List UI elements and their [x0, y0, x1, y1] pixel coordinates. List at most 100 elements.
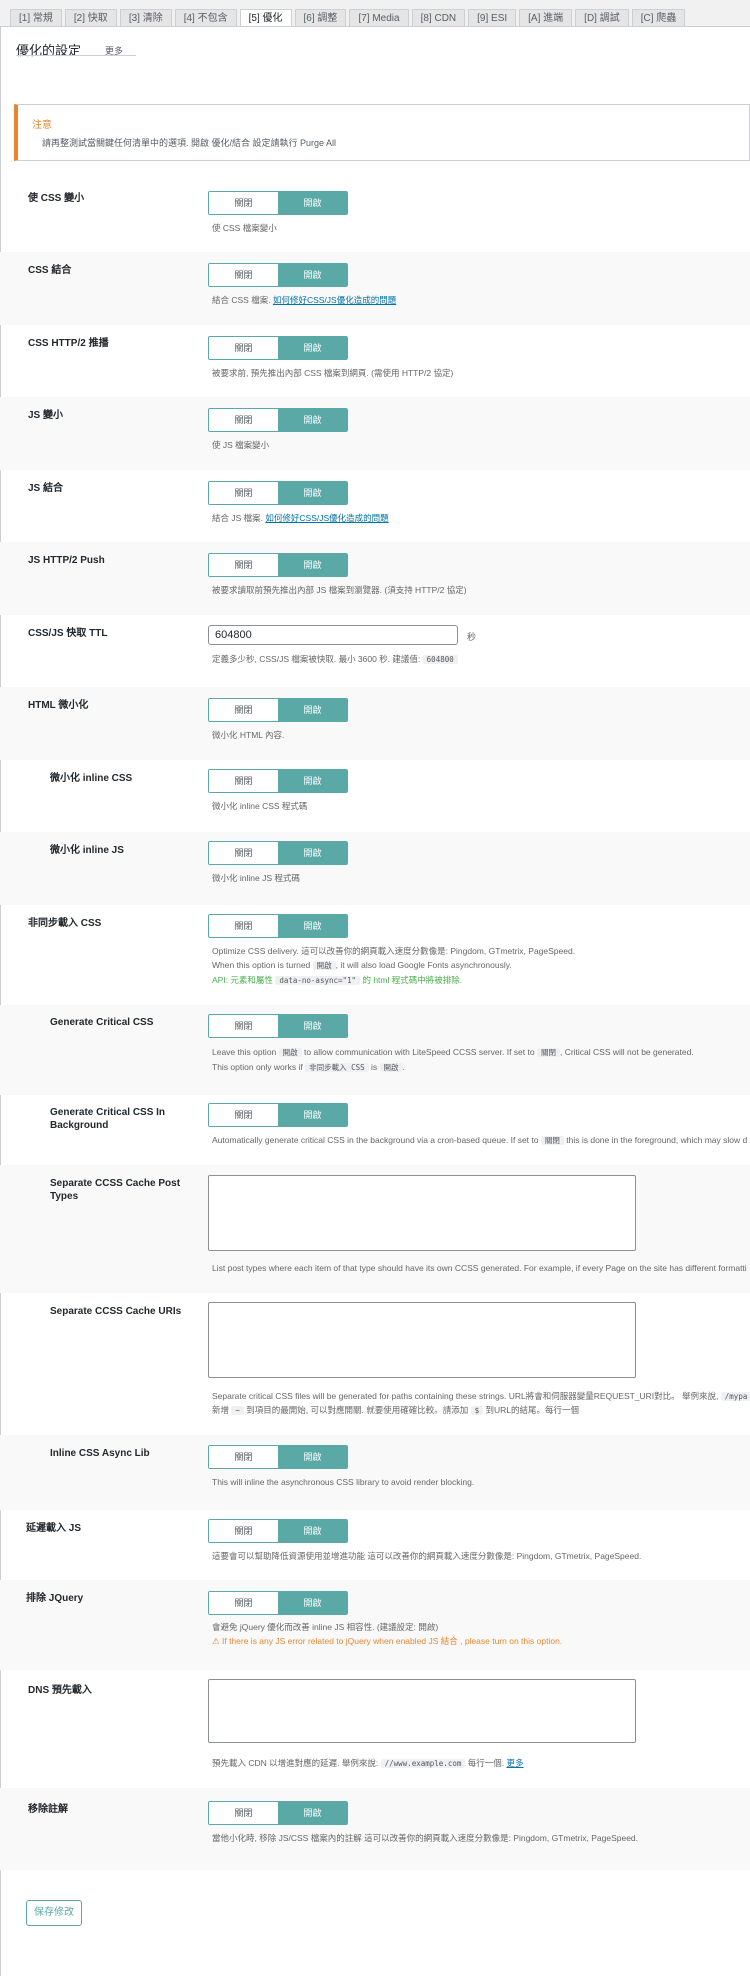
toggle-off[interactable]: 關閉 — [209, 1015, 278, 1037]
toggle-off[interactable]: 關閉 — [209, 482, 278, 504]
desc-js-http2: 被要求讀取前預先推出內部 JS 檔案到瀏覽器. (須支持 HTTP/2 協定) — [212, 585, 467, 595]
desc-async-css-2: When this option is turned 開啟, it will a… — [212, 958, 512, 973]
toggle-on[interactable]: 開啟 — [278, 915, 347, 937]
label-css-http2: CSS HTTP/2 推播 — [28, 338, 109, 349]
code-async-css: 非同步載入 CSS — [305, 1063, 369, 1072]
toggle-on[interactable]: 開啟 — [278, 337, 347, 359]
toggle-js-http2[interactable]: 關閉 開啟 — [208, 553, 348, 577]
toggle-off[interactable]: 關閉 — [209, 1104, 278, 1126]
toggle-on[interactable]: 開啟 — [278, 1446, 347, 1468]
toggle-css-minify[interactable]: 關閉 開啟 — [208, 191, 348, 215]
tab-esi[interactable]: [9] ESI — [468, 9, 517, 26]
toggle-on[interactable]: 開啟 — [278, 409, 347, 431]
api-text: 的 html 程式碼中將被排除. — [362, 975, 463, 985]
tab-cache[interactable]: [2] 快取 — [64, 9, 117, 26]
code-on: 開啟 — [278, 1048, 302, 1057]
desc-ttl: 定義多少秒, CSS/JS 檔案被快取. 最小 3600 秒. 建議值: 604… — [212, 652, 458, 667]
toggle-off[interactable]: 關閉 — [209, 1592, 278, 1614]
tab-advanced[interactable]: [A] 進端 — [519, 9, 573, 26]
tab-optimize[interactable]: [5] 優化 — [239, 9, 292, 26]
label-defer-js: 延遲載入 JS — [26, 1523, 82, 1534]
toggle-off[interactable]: 關閉 — [209, 699, 278, 721]
toggle-css-http2[interactable]: 關閉 開啟 — [208, 336, 348, 360]
toggle-on[interactable]: 開啟 — [278, 1015, 347, 1037]
save-button[interactable]: 保存修改 — [26, 1900, 82, 1926]
label-exclude-jquery: 排除 JQuery — [26, 1593, 84, 1604]
desc-text: 到URL的結尾。每行一個 — [485, 1405, 580, 1415]
row-gen-ccss-bg: Generate Critical CSS In Background 關閉 開啟… — [0, 1095, 750, 1165]
ccss-post-types-textarea[interactable] — [208, 1175, 636, 1251]
toggle-on[interactable]: 開啟 — [278, 1104, 347, 1126]
dns-prefetch-textarea[interactable] — [208, 1679, 636, 1743]
toggle-off[interactable]: 關閉 — [209, 842, 278, 864]
desc-text: Separate critical CSS files will be gene… — [212, 1391, 719, 1401]
toggle-off[interactable]: 關閉 — [209, 264, 278, 286]
tab-general[interactable]: [1] 常規 — [10, 9, 62, 26]
ttl-input[interactable] — [208, 625, 458, 645]
row-css-http2: CSS HTTP/2 推播 關閉 開啟 被要求前, 預先推出內部 CSS 檔案到網… — [0, 325, 750, 397]
toggle-off[interactable]: 關閉 — [209, 337, 278, 359]
toggle-off[interactable]: 關閉 — [209, 915, 278, 937]
toggle-on[interactable]: 開啟 — [278, 1520, 347, 1542]
desc-text: to allow communication with LiteSpeed CC… — [304, 1047, 535, 1057]
toggle-gen-ccss-bg[interactable]: 關閉 開啟 — [208, 1103, 348, 1127]
toggle-gen-ccss[interactable]: 關閉 開啟 — [208, 1014, 348, 1038]
toggle-async-css[interactable]: 關閉 開啟 — [208, 914, 348, 938]
toggle-inline-js[interactable]: 關閉 開啟 — [208, 841, 348, 865]
desc-dns-prefetch: 預先載入 CDN 以增進對應的延遲. 舉例來說: //www.example.c… — [212, 1756, 524, 1771]
toggle-off[interactable]: 關閉 — [209, 1520, 278, 1542]
desc-text: 預先載入 CDN 以增進對應的延遲. 舉例來說: — [212, 1758, 379, 1768]
toggle-inline-css[interactable]: 關閉 開啟 — [208, 769, 348, 793]
desc-async-css-api: API: 元素和屬性 data-no-async="1" 的 html 程式碼中… — [212, 973, 462, 988]
toggle-remove-comments[interactable]: 關閉 開啟 — [208, 1801, 348, 1825]
desc-inline-js: 微小化 inline JS 程式碼 — [212, 873, 300, 883]
page-title: 優化的設定 — [16, 43, 82, 58]
desc-js-minify: 使 JS 檔案變小 — [212, 440, 270, 450]
tab-crawler[interactable]: [C] 爬蟲 — [631, 9, 686, 26]
toggle-off[interactable]: 關閉 — [209, 770, 278, 792]
toggle-off[interactable]: 關閉 — [209, 409, 278, 431]
tab-tuning[interactable]: [6] 調整 — [294, 9, 347, 26]
help-link[interactable]: 如何修好CSS/JS優化造成的問題 — [273, 295, 396, 305]
toggle-on[interactable]: 開啟 — [278, 699, 347, 721]
toggle-off[interactable]: 關閉 — [209, 1446, 278, 1468]
tab-cdn[interactable]: [8] CDN — [411, 9, 466, 26]
row-css-combine: CSS 結合 關閉 開啟 結合 CSS 檔案. 如何修好CSS/JS優化造成的問題 — [0, 252, 750, 325]
tab-media[interactable]: [7] Media — [349, 9, 409, 26]
more-link[interactable]: 更多 — [507, 1758, 524, 1768]
toggle-on[interactable]: 開啟 — [278, 842, 347, 864]
desc-inline-async-lib: This will inline the asynchronous CSS li… — [212, 1477, 475, 1487]
label-inline-js: 微小化 inline JS — [50, 845, 124, 856]
code-tilde: ~ — [231, 1406, 244, 1415]
recommended-value: 604800 — [422, 655, 458, 664]
toggle-on[interactable]: 開啟 — [278, 1802, 347, 1824]
toggle-defer-js[interactable]: 關閉 開啟 — [208, 1519, 348, 1543]
toggle-on[interactable]: 開啟 — [278, 192, 347, 214]
ccss-uris-textarea[interactable] — [208, 1302, 636, 1378]
tab-purge[interactable]: [3] 清除 — [119, 9, 172, 26]
toggle-on[interactable]: 開啟 — [278, 264, 347, 286]
label-remove-comments: 移除註解 — [28, 1804, 68, 1815]
tab-debug[interactable]: [D] 調試 — [575, 9, 629, 26]
toggle-off[interactable]: 關閉 — [209, 1802, 278, 1824]
toggle-js-combine[interactable]: 關閉 開啟 — [208, 481, 348, 505]
toggle-exclude-jquery[interactable]: 關閉 開啟 — [208, 1591, 348, 1615]
toggle-on[interactable]: 開啟 — [278, 554, 347, 576]
toggle-off[interactable]: 關閉 — [209, 192, 278, 214]
code-example: //www.example.com — [380, 1759, 466, 1768]
toggle-on[interactable]: 開啟 — [278, 770, 347, 792]
desc-text: 到項目的最開始, 可以對應開關. 就要使用確確比較。請添加 — [246, 1405, 469, 1415]
desc-inline-css: 微小化 inline CSS 程式碼 — [212, 801, 308, 811]
toggle-js-minify[interactable]: 關閉 開啟 — [208, 408, 348, 432]
toggle-inline-async-lib[interactable]: 關閉 開啟 — [208, 1445, 348, 1469]
label-ccss-uris: Separate CCSS Cache URIs — [50, 1306, 182, 1317]
desc-ccss-uris-2: 新增 ~ 到項目的最開始, 可以對應開關. 就要使用確確比較。請添加 $ 到UR… — [212, 1403, 579, 1418]
tab-excludes[interactable]: [4] 不包含 — [174, 9, 237, 26]
toggle-off[interactable]: 關閉 — [209, 554, 278, 576]
toggle-on[interactable]: 開啟 — [278, 482, 347, 504]
toggle-on[interactable]: 開啟 — [278, 1592, 347, 1614]
toggle-html-minify[interactable]: 關閉 開啟 — [208, 698, 348, 722]
row-js-combine: JS 結合 關閉 開啟 結合 JS 檔案. 如何修好CSS/JS優化造成的問題 — [0, 470, 750, 542]
help-link[interactable]: 如何修好CSS/JS優化造成的問題 — [265, 513, 388, 523]
toggle-css-combine[interactable]: 關閉 開啟 — [208, 263, 348, 287]
